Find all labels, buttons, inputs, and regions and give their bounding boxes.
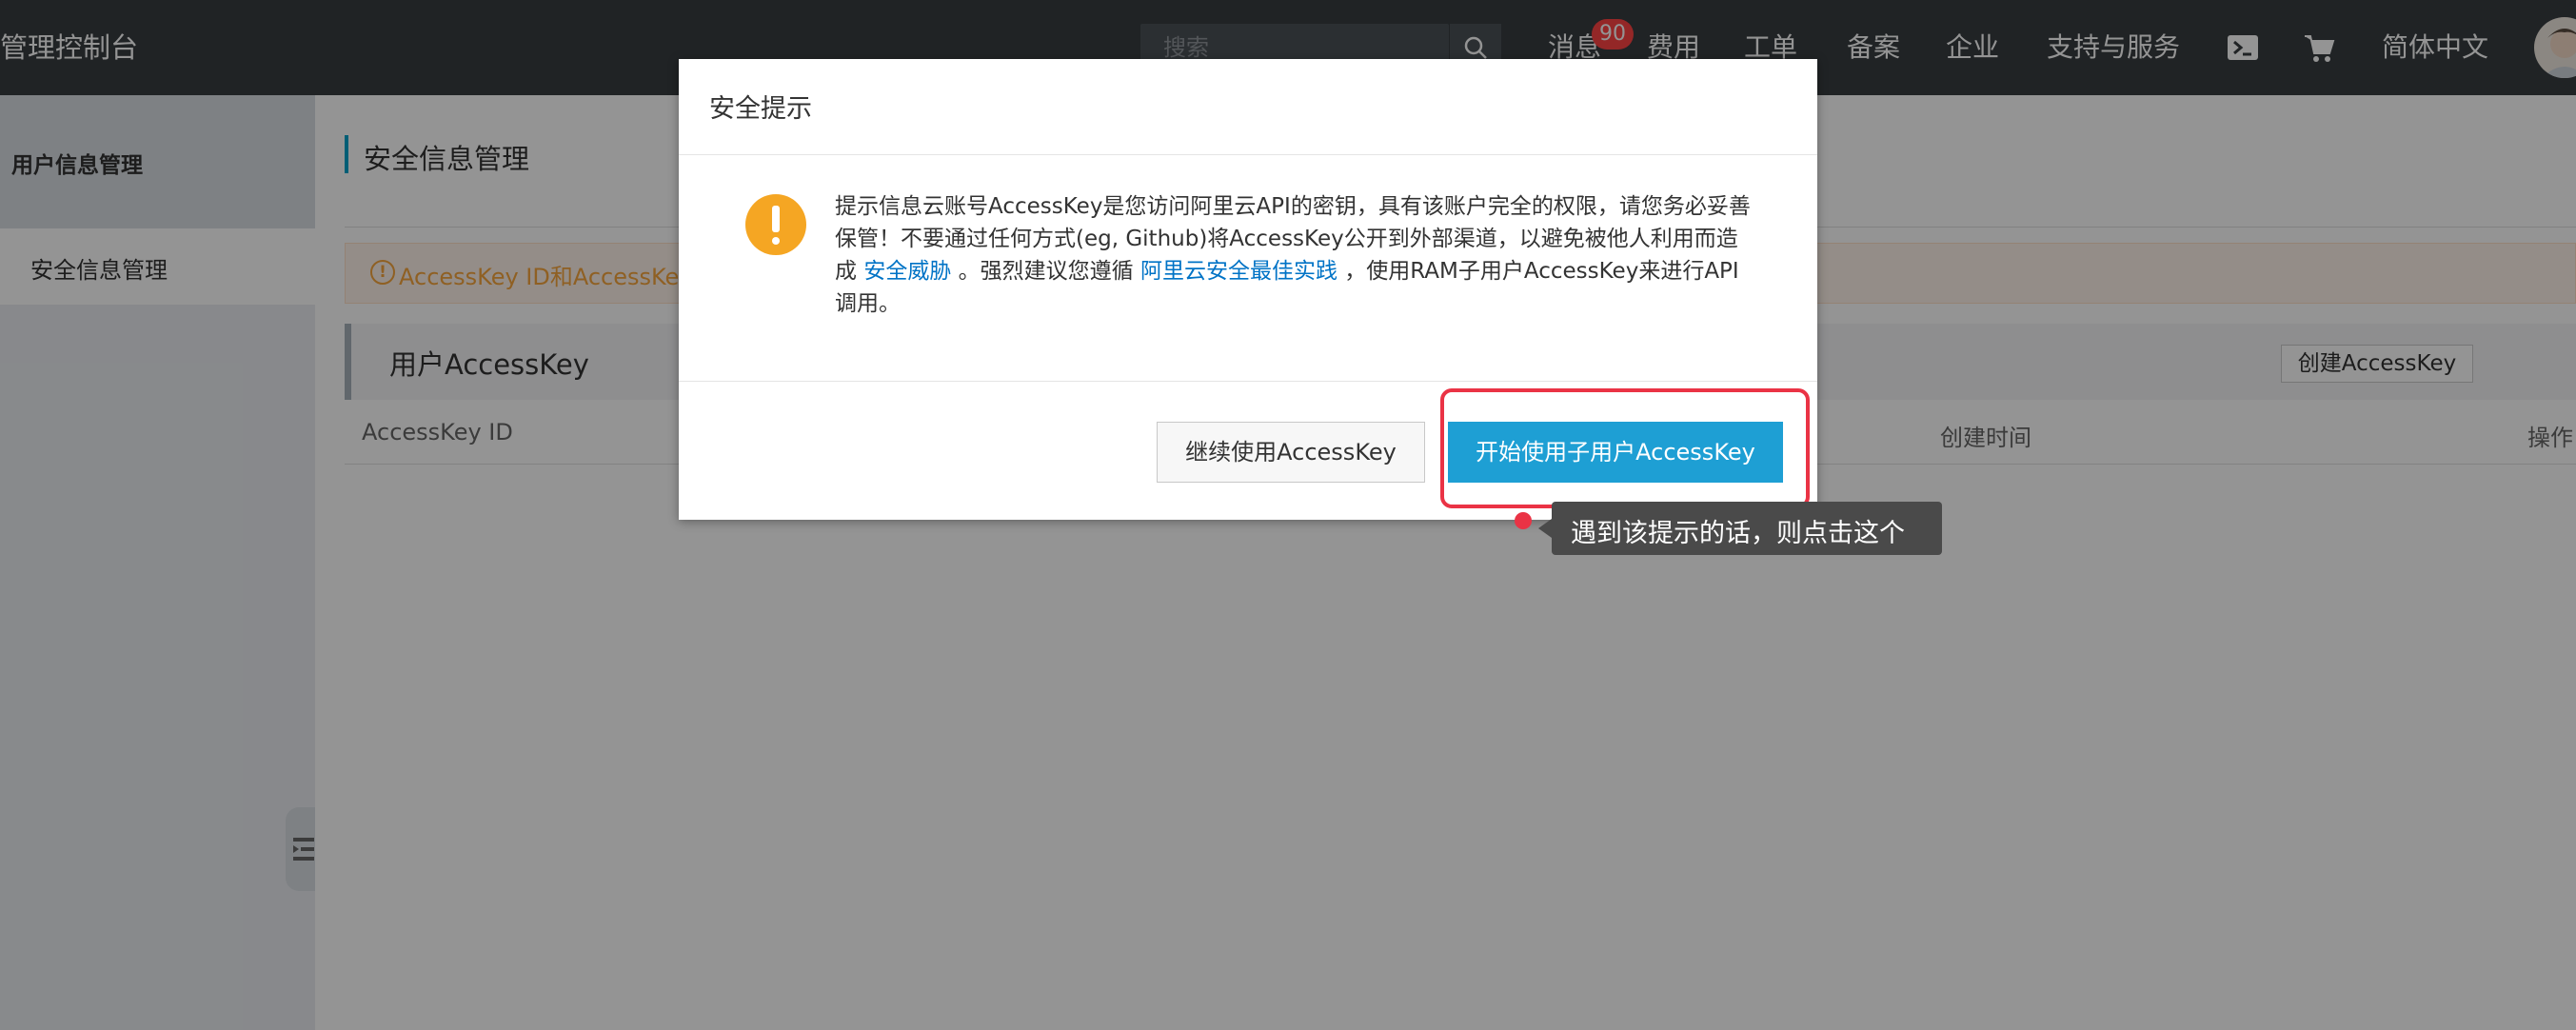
- dialog-message-middle: 。强烈建议您遵循: [958, 259, 1134, 284]
- highlight-box: [1440, 388, 1810, 508]
- continue-accesskey-button[interactable]: 继续使用AccessKey: [1157, 422, 1425, 483]
- tooltip-arrow: [1538, 519, 1552, 538]
- warning-exclamation-icon: [745, 194, 806, 255]
- dialog-footer-divider: [679, 381, 1817, 382]
- security-best-practice-link[interactable]: 阿里云安全最佳实践: [1140, 259, 1338, 284]
- dialog-header-divider: [679, 154, 1817, 155]
- annotation-dot: [1515, 512, 1532, 529]
- security-threat-link[interactable]: 安全威胁: [863, 259, 951, 284]
- dialog-message: 提示信息云账号AccessKey是您访问阿里云API的密钥，具有该账户完全的权限…: [835, 190, 1758, 320]
- dialog-title: 安全提示: [709, 94, 812, 124]
- annotation-tooltip: 遇到该提示的话，则点击这个: [1552, 502, 1942, 555]
- annotation-tooltip-text: 遇到该提示的话，则点击这个: [1571, 519, 1905, 548]
